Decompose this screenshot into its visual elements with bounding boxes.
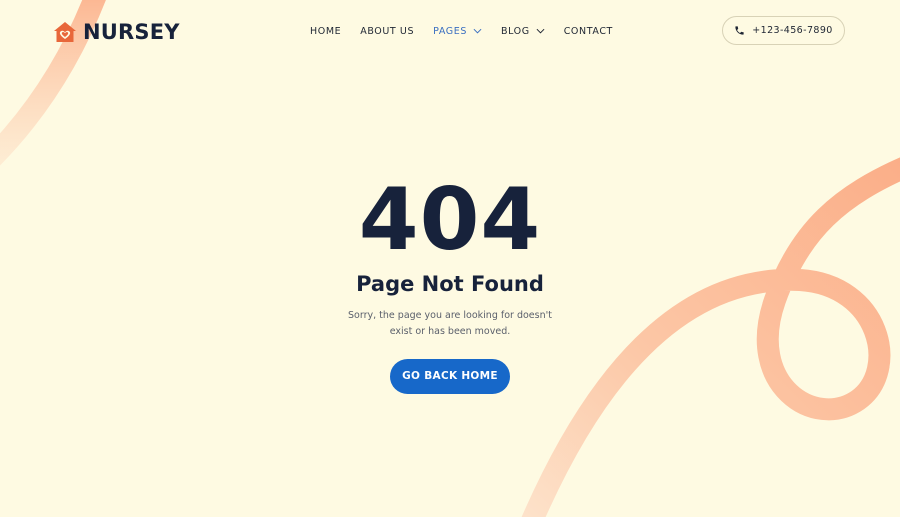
phone-button[interactable]: +123-456-7890 bbox=[722, 16, 845, 45]
phone-icon bbox=[735, 26, 744, 35]
nav-item-blog[interactable]: BLOG bbox=[501, 26, 545, 37]
chevron-down-icon bbox=[473, 28, 482, 34]
nav-item-label: BLOG bbox=[500, 25, 530, 37]
nav-item-label: PAGES bbox=[433, 25, 467, 37]
chevron-down-icon bbox=[536, 28, 545, 34]
phone-number: +123-456-7890 bbox=[752, 25, 833, 36]
nav-item-label: ABOUT US bbox=[360, 25, 415, 37]
site-header: NURSEY HOME ABOUT US PAGES BLOG CONTACT bbox=[0, 0, 900, 64]
nav-item-label: CONTACT bbox=[563, 25, 613, 37]
error-title: Page Not Found bbox=[356, 272, 544, 296]
nav-item-about-us[interactable]: ABOUT US bbox=[360, 26, 414, 37]
error-panel: 404 Page Not Found Sorry, the page you a… bbox=[250, 170, 650, 394]
go-back-home-button[interactable]: GO BACK HOME bbox=[390, 359, 510, 394]
error-message: Sorry, the page you are looking for does… bbox=[348, 310, 552, 337]
nav-item-contact[interactable]: CONTACT bbox=[564, 26, 613, 37]
brand-name: NURSEY bbox=[83, 20, 180, 44]
error-code: 404 bbox=[358, 170, 542, 270]
house-heart-icon bbox=[54, 22, 76, 42]
main-navigation: HOME ABOUT US PAGES BLOG CONTACT bbox=[310, 22, 632, 40]
nav-item-pages[interactable]: PAGES bbox=[433, 26, 482, 37]
brand-logo[interactable]: NURSEY bbox=[53, 19, 180, 45]
nav-item-home[interactable]: HOME bbox=[310, 26, 341, 37]
nav-item-label: HOME bbox=[310, 25, 342, 37]
